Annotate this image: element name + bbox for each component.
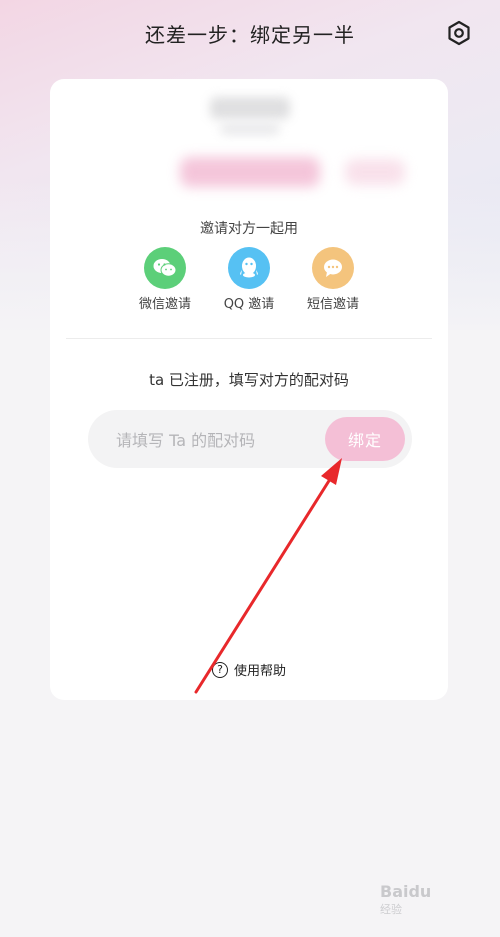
sms-invite-button[interactable]: 短信邀请 — [293, 247, 373, 312]
bind-card: 邀请对方一起用 微信邀请 QQ 邀请 短信邀请 ta 已注册，填写对方的配对码 … — [50, 79, 448, 700]
wechat-invite-label: 微信邀请 — [138, 297, 191, 312]
pair-code-input[interactable] — [114, 426, 318, 454]
blurred-avatar-name — [210, 97, 290, 119]
watermark-logo: Baidu — [380, 882, 432, 901]
page-title: 还差一步：绑定另一半 — [145, 23, 355, 47]
wechat-icon — [144, 247, 186, 289]
header: 还差一步：绑定另一半 — [0, 0, 500, 66]
watermark-sub: 经验 — [380, 903, 402, 916]
settings-icon[interactable] — [446, 20, 472, 46]
qq-icon — [228, 247, 270, 289]
pair-code-row: 绑定 — [88, 410, 412, 468]
wechat-invite-button[interactable]: 微信邀请 — [125, 247, 205, 312]
help-link[interactable]: ? 使用帮助 — [50, 660, 448, 679]
bind-button[interactable]: 绑定 — [325, 417, 405, 461]
invite-label: 邀请对方一起用 — [200, 221, 298, 237]
help-label: 使用帮助 — [233, 664, 286, 679]
sms-icon — [312, 247, 354, 289]
blurred-subtext — [220, 123, 280, 135]
question-circle-icon: ? — [211, 661, 228, 678]
blurred-copy-button — [345, 159, 405, 185]
sms-invite-label: 短信邀请 — [306, 297, 359, 312]
registered-hint: ta 已注册，填写对方的配对码 — [149, 371, 349, 389]
qq-invite-label: QQ 邀请 — [223, 297, 275, 312]
blurred-my-code — [180, 157, 320, 187]
divider — [66, 338, 432, 339]
qq-invite-button[interactable]: QQ 邀请 — [209, 247, 289, 312]
baidu-watermark: Baidu 经验 — [380, 882, 490, 922]
